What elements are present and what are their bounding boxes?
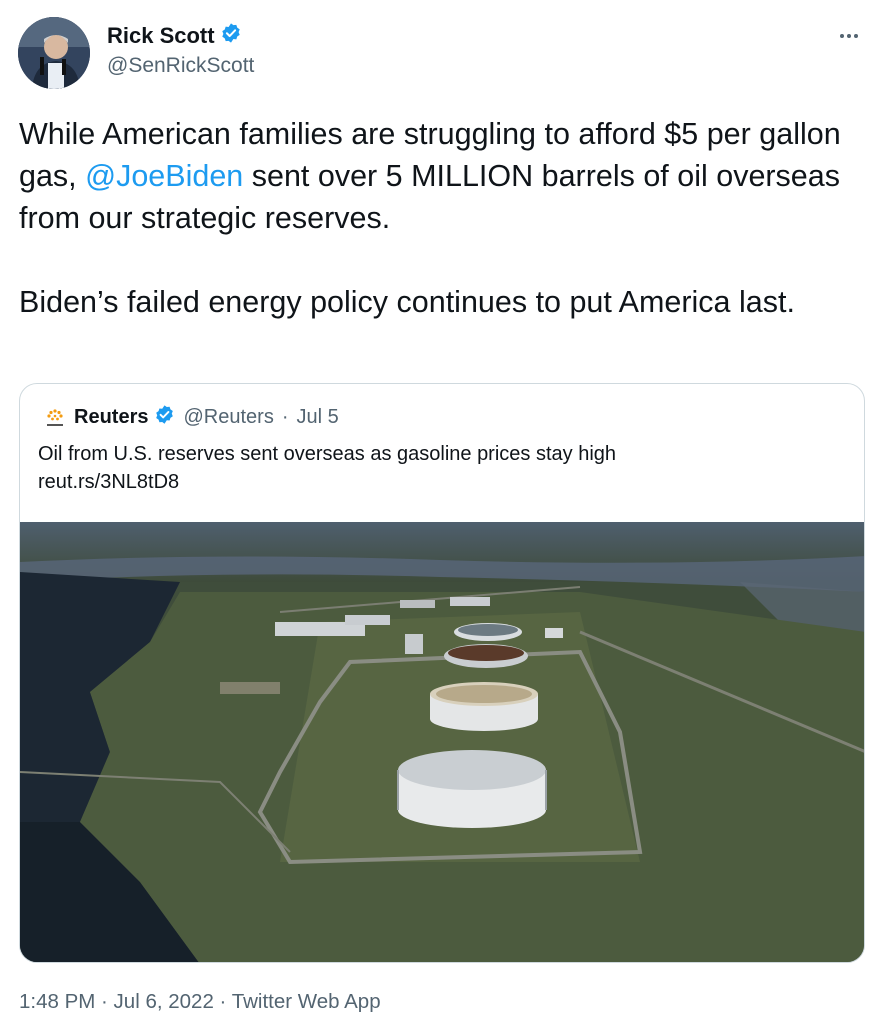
quoted-author-name[interactable]: Reuters <box>74 406 148 429</box>
aerial-oil-storage-tanks-photo <box>20 522 864 962</box>
ellipsis-dot <box>847 34 851 38</box>
ellipsis-icon <box>840 34 844 38</box>
meta-separator: · <box>281 406 289 428</box>
quoted-link[interactable]: reut.rs/3NL8tD8 <box>38 468 616 496</box>
mention-link[interactable]: @JoeBiden <box>85 159 243 193</box>
author-avatar[interactable] <box>18 17 90 89</box>
verified-badge-icon <box>220 22 242 49</box>
verified-badge-icon <box>154 404 175 431</box>
quoted-header: Reuters @Reuters · Jul 5 <box>42 404 339 431</box>
quoted-media[interactable] <box>20 522 864 962</box>
ellipsis-dot <box>854 34 858 38</box>
author-info: Rick Scott @SenRickScott <box>107 22 254 78</box>
author-name[interactable]: Rick Scott <box>107 23 215 49</box>
person-at-podium-avatar <box>18 17 90 89</box>
more-options-button[interactable] <box>835 24 863 48</box>
tweet-timestamp[interactable]: 1:48 PM · Jul 6, 2022 · Twitter Web App <box>19 990 381 1014</box>
quoted-author-handle[interactable]: @Reuters <box>183 406 273 429</box>
author-handle[interactable]: @SenRickScott <box>107 54 254 78</box>
quoted-text: Oil from U.S. reserves sent overseas as … <box>38 440 616 496</box>
quoted-date[interactable]: Jul 5 <box>297 406 339 429</box>
reuters-logo-icon <box>42 405 68 431</box>
quoted-tweet[interactable]: Reuters @Reuters · Jul 5 Oil from U.S. r… <box>19 383 865 963</box>
tweet-text: While American families are struggling t… <box>19 113 869 323</box>
quoted-body: Oil from U.S. reserves sent overseas as … <box>38 443 617 465</box>
